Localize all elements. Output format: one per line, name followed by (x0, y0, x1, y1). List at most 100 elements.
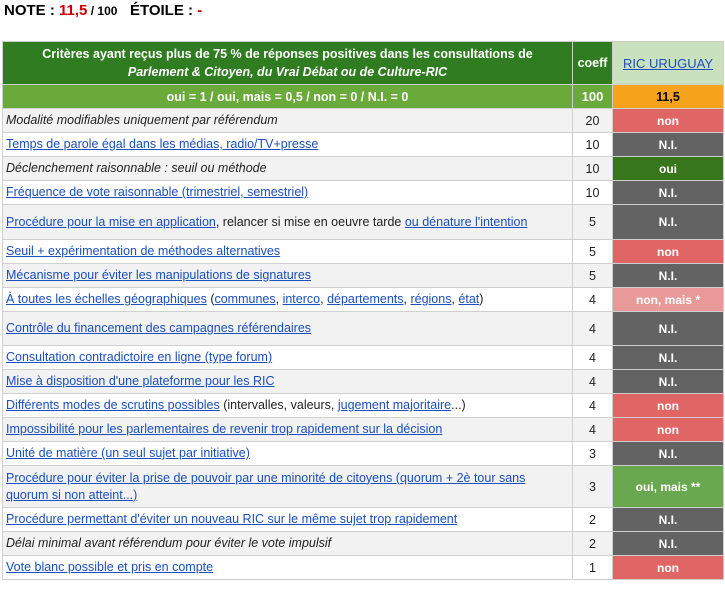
criterion-link[interactable]: régions (410, 292, 451, 306)
header-row: Critères ayant reçus plus de 75 % de rép… (2, 41, 724, 85)
criterion-text: (intervalles, valeurs, (219, 398, 338, 412)
coef-cell: 3 (572, 441, 613, 466)
coef-cell: 10 (572, 156, 613, 181)
table-row: Impossibilité pour les parlementaires de… (2, 417, 724, 442)
table-row: Procédure pour la mise en application, r… (2, 204, 724, 240)
criteria-table: Critères ayant reçus plus de 75 % de rép… (2, 41, 724, 580)
criterion-link[interactable]: ou dénature l'intention (405, 215, 528, 229)
criterion-cell: À toutes les échelles géographiques (com… (2, 287, 573, 312)
note-out-of: / 100 (87, 4, 118, 18)
value-cell: N.I. (612, 132, 724, 157)
header-title: Critères ayant reçus plus de 75 % de rép… (2, 41, 573, 85)
criterion-link[interactable]: Contrôle du financement des campagnes ré… (6, 321, 311, 335)
criterion-cell: Contrôle du financement des campagnes ré… (2, 311, 573, 346)
criterion-link[interactable]: communes (214, 292, 275, 306)
criterion-link[interactable]: départements (327, 292, 403, 306)
note-line: NOTE : 11,5 / 100 ÉTOILE : - (4, 2, 202, 22)
criterion-cell: Unité de matière (un seul sujet par init… (2, 441, 573, 466)
coef-cell: 4 (572, 417, 613, 442)
legend-score: 11,5 (612, 84, 724, 109)
coef-cell: 4 (572, 345, 613, 370)
header-title-line2: Parlement & Citoyen, du Vrai Débat ou de… (127, 65, 448, 79)
value-cell: non (612, 239, 724, 264)
value-cell: N.I. (612, 263, 724, 288)
criterion-link[interactable]: Temps de parole égal dans les médias, ra… (6, 137, 318, 151)
coef-cell: 5 (572, 263, 613, 288)
table-row: Consultation contradictoire en ligne (ty… (2, 345, 724, 370)
value-cell: non, mais * (612, 287, 724, 312)
criterion-cell: Procédure permettant d'éviter un nouveau… (2, 507, 573, 532)
table-row: Procédure permettant d'éviter un nouveau… (2, 507, 724, 532)
value-cell: N.I. (612, 180, 724, 205)
value-cell: non (612, 555, 724, 580)
value-cell: N.I. (612, 311, 724, 346)
criterion-link[interactable]: Impossibilité pour les parlementaires de… (6, 422, 442, 436)
coef-cell: 2 (572, 507, 613, 532)
criterion-link[interactable]: Unité de matière (un seul sujet par init… (6, 446, 250, 460)
etoile-sep: : (183, 2, 198, 19)
criterion-cell: Seuil + expérimentation de méthodes alte… (2, 239, 573, 264)
criterion-text: , relancer si mise en oeuvre tarde (215, 214, 405, 229)
header-coef: coeff (572, 41, 613, 85)
table-row: Modalité modifiables uniquement par réfé… (2, 108, 724, 133)
criterion-link[interactable]: jugement majoritaire (338, 398, 451, 412)
coef-cell: 4 (572, 287, 613, 312)
coef-cell: 10 (572, 180, 613, 205)
criterion-cell: Procédure pour éviter la prise de pouvoi… (2, 465, 573, 508)
table-row: Unité de matière (un seul sujet par init… (2, 441, 724, 466)
criterion-cell: Temps de parole égal dans les médias, ra… (2, 132, 573, 157)
coef-cell: 3 (572, 465, 613, 508)
note-label: NOTE (4, 2, 46, 19)
legend-row: oui = 1 / oui, mais = 0,5 / non = 0 / N.… (2, 84, 724, 109)
value-cell: non (612, 417, 724, 442)
criterion-link[interactable]: interco (283, 292, 321, 306)
criterion-link[interactable]: Mise à disposition d'une plateforme pour… (6, 374, 275, 388)
table-row: Vote blanc possible et pris en compte 1 … (2, 555, 724, 580)
criterion-label: Déclenchement raisonnable : seuil ou mét… (2, 156, 573, 181)
table-row: Déclenchement raisonnable : seuil ou mét… (2, 156, 724, 181)
value-cell: oui, mais ** (612, 465, 724, 508)
coef-cell: 5 (572, 204, 613, 240)
criterion-link[interactable]: Procédure pour la mise en application (6, 215, 216, 229)
table-row: Mécanisme pour éviter les manipulations … (2, 263, 724, 288)
header-title-line1: Critères ayant reçus plus de 75 % de rép… (42, 47, 533, 61)
coef-cell: 5 (572, 239, 613, 264)
value-cell: oui (612, 156, 724, 181)
value-cell: non (612, 393, 724, 418)
ric-uruguay-link[interactable]: RIC URUGUAY (623, 56, 713, 71)
criterion-link[interactable]: Mécanisme pour éviter les manipulations … (6, 268, 311, 282)
table-row: Contrôle du financement des campagnes ré… (2, 311, 724, 346)
legend-coef-total: 100 (572, 84, 613, 109)
criterion-link[interactable]: Vote blanc possible et pris en compte (6, 560, 213, 574)
criterion-text: ) (479, 292, 484, 306)
criterion-link[interactable]: Procédure pour éviter la prise de pouvoi… (6, 471, 525, 502)
criterion-cell: Fréquence de vote raisonnable (trimestri… (2, 180, 573, 205)
table-row: Procédure pour éviter la prise de pouvoi… (2, 465, 724, 508)
criterion-link[interactable]: Fréquence de vote raisonnable (trimestri… (6, 185, 308, 199)
value-cell: non (612, 108, 724, 133)
value-cell: N.I. (612, 369, 724, 394)
coef-cell: 2 (572, 531, 613, 556)
table-row: À toutes les échelles géographiques (com… (2, 287, 724, 312)
table-row: Fréquence de vote raisonnable (trimestri… (2, 180, 724, 205)
coef-cell: 4 (572, 393, 613, 418)
legend-text: oui = 1 / oui, mais = 0,5 / non = 0 / N.… (2, 84, 573, 109)
criterion-link[interactable]: Différents modes de scrutins possibles (6, 398, 220, 412)
criterion-link[interactable]: À toutes les échelles géographiques (6, 292, 207, 306)
value-cell: N.I. (612, 204, 724, 240)
etoile-value: - (197, 2, 203, 19)
header-ric-cell: RIC URUGUAY (612, 41, 724, 85)
criterion-link[interactable]: Consultation contradictoire en ligne (ty… (6, 350, 272, 364)
criterion-cell: Mise à disposition d'une plateforme pour… (2, 369, 573, 394)
criterion-cell: Impossibilité pour les parlementaires de… (2, 417, 573, 442)
criterion-link[interactable]: Seuil + expérimentation de méthodes alte… (6, 244, 280, 258)
criterion-link[interactable]: état (458, 292, 479, 306)
coef-cell: 4 (572, 311, 613, 346)
criterion-text: , (275, 292, 283, 306)
coef-cell: 4 (572, 369, 613, 394)
criterion-label: Délai minimal avant référendum pour évit… (2, 531, 573, 556)
criterion-link[interactable]: Procédure permettant d'éviter un nouveau… (6, 512, 457, 526)
criterion-cell: Différents modes de scrutins possibles (… (2, 393, 573, 418)
table-row: Temps de parole égal dans les médias, ra… (2, 132, 724, 157)
criterion-cell: Consultation contradictoire en ligne (ty… (2, 345, 573, 370)
